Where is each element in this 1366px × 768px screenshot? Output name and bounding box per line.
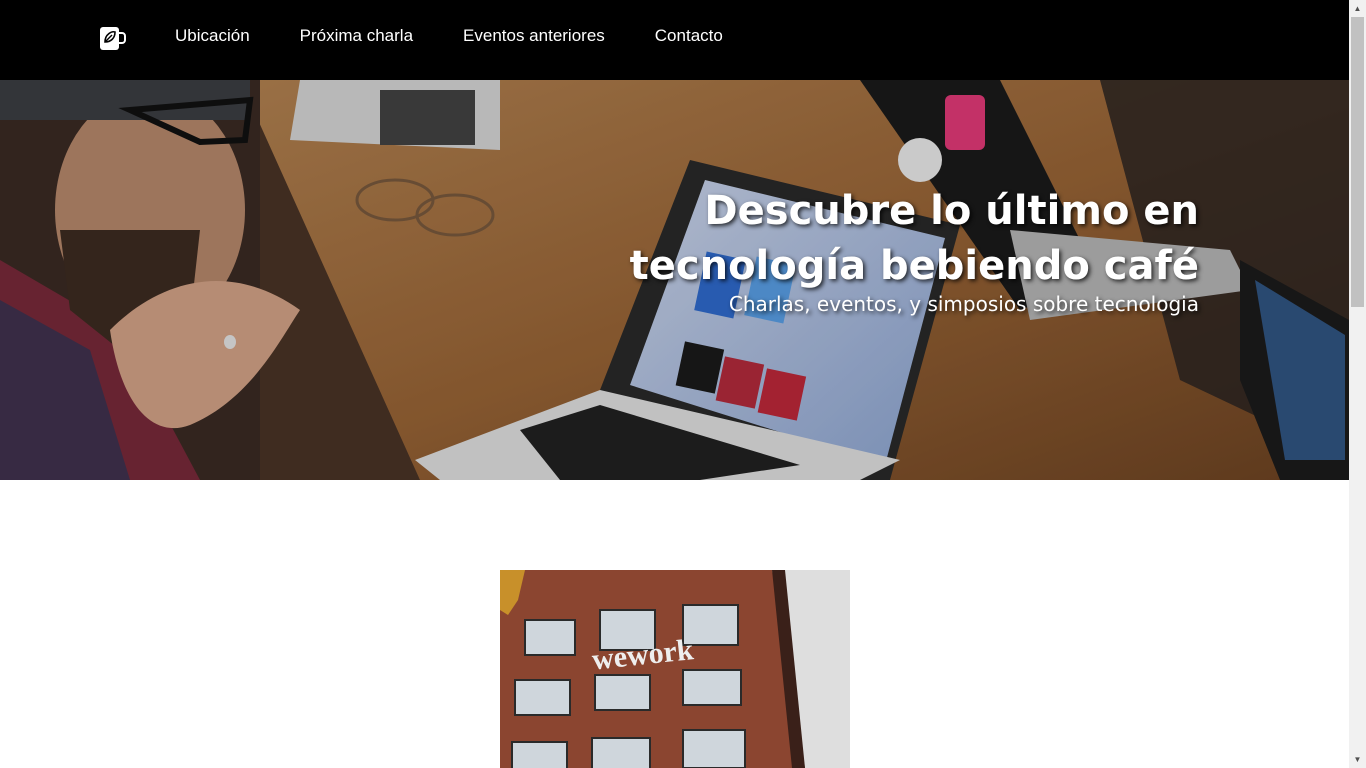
main-nav: Ubicación Próxima charla Eventos anterio… [175, 24, 773, 48]
nav-link-proxima-charla[interactable]: Próxima charla [300, 24, 413, 48]
hero-text-block: Descubre lo último en tecnología bebiend… [499, 184, 1199, 318]
building-image: wework [500, 570, 850, 768]
nav-link-ubicacion[interactable]: Ubicación [175, 24, 250, 48]
hero-title: Descubre lo último en tecnología bebiend… [629, 188, 1199, 289]
nav-link-contacto[interactable]: Contacto [655, 24, 723, 48]
scroll-down-arrow-icon[interactable]: ▼ [1349, 751, 1366, 768]
hero-banner: Descubre lo último en tecnología bebiend… [0, 80, 1349, 480]
nav-link-eventos-anteriores[interactable]: Eventos anteriores [463, 24, 605, 48]
hero-subtitle: Charlas, eventos, y simposios sobre tecn… [728, 292, 1199, 316]
scroll-up-arrow-icon[interactable]: ▲ [1349, 0, 1366, 17]
coffee-cup-logo-icon[interactable] [100, 25, 126, 51]
top-navbar: Ubicación Próxima charla Eventos anterio… [0, 0, 1349, 80]
page-scrollbar[interactable]: ▲ ▼ [1349, 0, 1366, 768]
scrollbar-thumb[interactable] [1351, 17, 1364, 307]
venue-building-photo: wework [500, 570, 850, 768]
